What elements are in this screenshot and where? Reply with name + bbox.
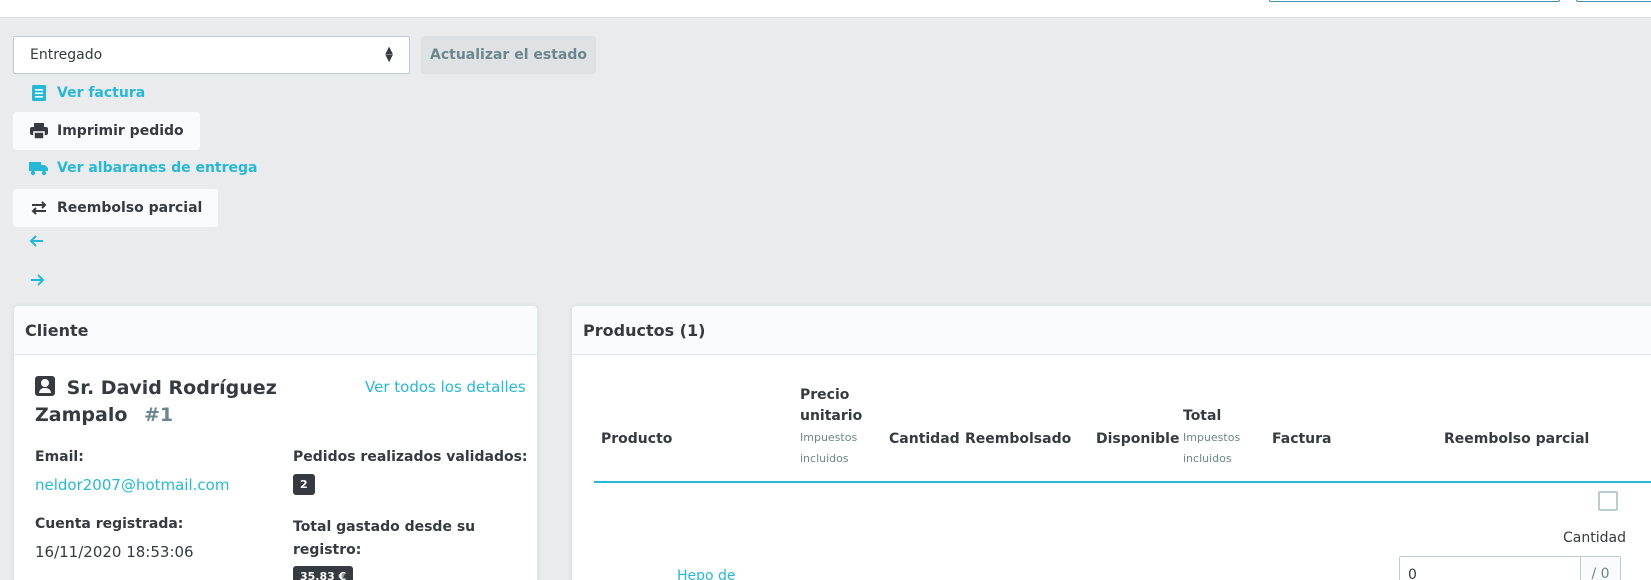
col-unit-price-sub: Impuestos incluidos [800, 431, 858, 465]
col-total: Total Impuestos incluidos [1183, 406, 1253, 469]
col-available: Disponible [1096, 431, 1180, 447]
registered-date: 16/11/2020 18:53:06 [35, 543, 194, 561]
col-quantity: Cantidad [889, 431, 960, 447]
orders-count-badge: 2 [293, 474, 315, 495]
truck-icon [29, 158, 49, 178]
col-unit-price-label: Precio unitario [800, 387, 863, 424]
products-card-header: Productos (1) [572, 306, 1651, 355]
order-status-select[interactable]: Entregado ▲ ▼ [13, 36, 410, 74]
orders-label: Pedidos realizados validados: [293, 449, 528, 465]
products-card: Productos (1) Producto Precio unitario I… [571, 305, 1651, 580]
person-icon [35, 376, 55, 396]
swap-icon [29, 198, 49, 218]
table-header-divider [594, 481, 1651, 483]
select-arrows-icon: ▲ ▼ [385, 45, 393, 64]
col-unit-price: Precio unitario Impuestos incluidos [800, 385, 870, 469]
spent-label: Total gastado desde su registro: [293, 519, 476, 558]
customer-name: Sr. David Rodríguez Zampalo #1 [35, 375, 305, 429]
print-order-label: Imprimir pedido [57, 123, 184, 139]
refund-select-checkbox[interactable] [1598, 491, 1618, 511]
refund-qty-label: Cantidad [1563, 530, 1626, 546]
col-partial-refund: Reembolso parcial [1444, 431, 1590, 447]
col-product: Producto [601, 431, 673, 447]
view-invoice-label: Ver factura [57, 85, 146, 101]
col-total-sub: Impuestos incluidos [1183, 431, 1241, 465]
customer-card: Cliente Sr. David Rodríguez Zampalo #1 V… [13, 305, 538, 580]
view-delivery-slips-label: Ver albaranes de entrega [57, 160, 258, 176]
next-order-icon[interactable] [29, 272, 45, 293]
email-label: Email: [35, 449, 84, 465]
update-status-button[interactable]: Actualizar el estado [421, 36, 596, 74]
view-invoice-link[interactable]: Ver factura [13, 82, 145, 104]
customer-email[interactable]: neldor2007@hotmail.com [35, 476, 229, 494]
col-refunded: Reembolsado [965, 431, 1072, 447]
partial-refund-label: Reembolso parcial [57, 200, 203, 216]
print-order-button[interactable]: Imprimir pedido [13, 112, 200, 150]
col-invoice: Factura [1272, 431, 1332, 447]
prev-order-icon[interactable] [29, 233, 45, 254]
customer-card-header: Cliente [14, 306, 537, 355]
see-all-details-link[interactable]: Ver todos los detalles [365, 378, 526, 396]
customer-id: #1 [144, 404, 174, 426]
view-delivery-slips-link[interactable]: Ver albaranes de entrega [13, 157, 258, 179]
top-input[interactable] [1269, 0, 1560, 2]
col-total-label: Total [1183, 408, 1222, 424]
print-icon [29, 121, 49, 141]
spent-badge: 35,83 € [293, 566, 354, 580]
refund-qty-input[interactable]: 0 / 0 [1399, 556, 1621, 580]
order-status-value: Entregado [30, 47, 103, 63]
top-bar [0, 0, 1651, 18]
refund-qty-max: / 0 [1580, 557, 1620, 580]
registered-label: Cuenta registrada: [35, 516, 184, 532]
top-button[interactable] [1576, 0, 1651, 2]
product-name-link[interactable]: Hepo de [677, 568, 736, 580]
invoice-icon [29, 83, 49, 103]
refund-qty-value[interactable]: 0 [1400, 557, 1580, 580]
partial-refund-button[interactable]: Reembolso parcial [13, 189, 219, 227]
